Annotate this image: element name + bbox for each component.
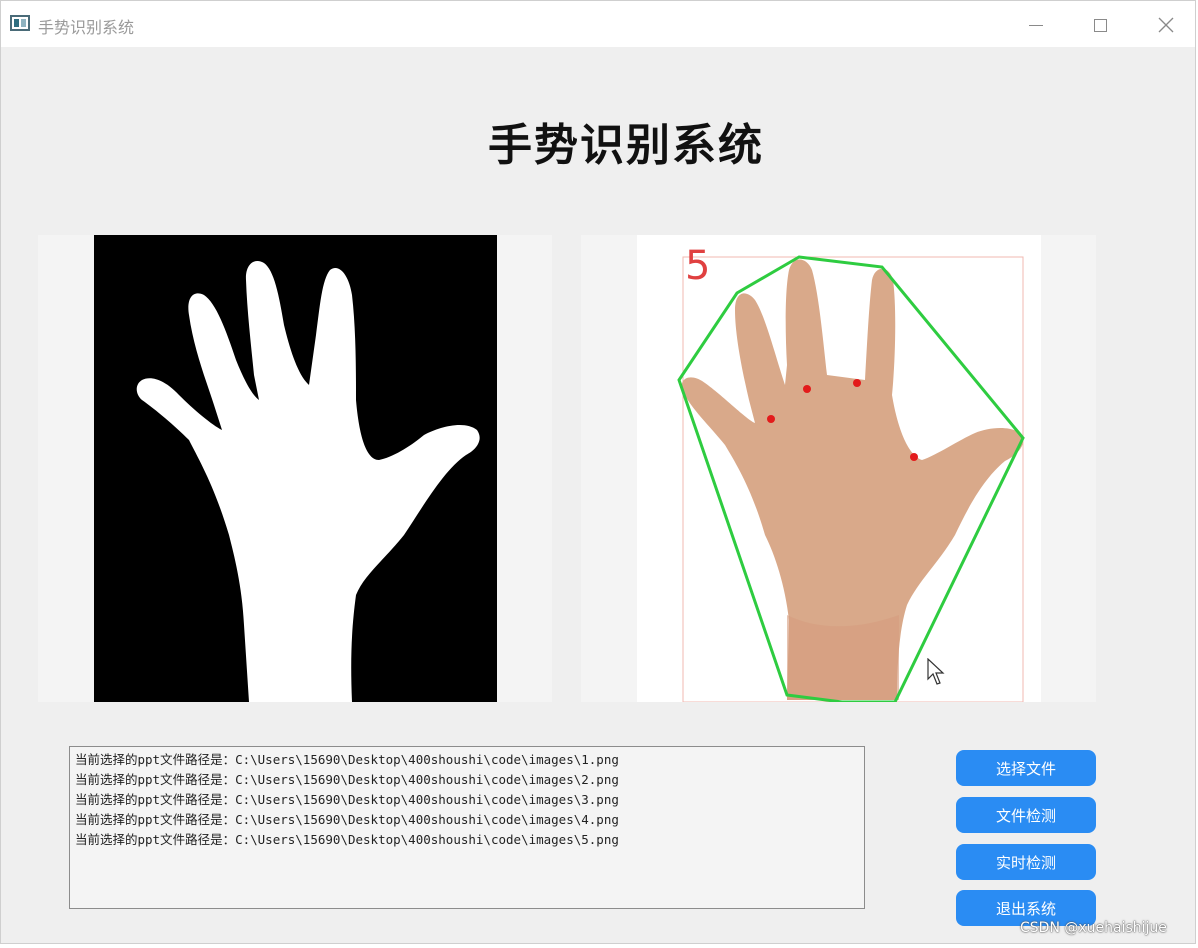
defect-point [853,379,861,387]
file-detect-button[interactable]: 文件检测 [956,797,1096,833]
log-line: 当前选择的ppt文件路径是：C:\Users\15690\Desktop\400… [75,772,619,787]
log-line: 当前选择的ppt文件路径是：C:\Users\15690\Desktop\400… [75,832,619,847]
log-textarea[interactable]: 当前选择的ppt文件路径是：C:\Users\15690\Desktop\400… [69,746,865,909]
hand-mask-image [94,235,497,702]
page-title: 手势识别系统 [488,120,764,171]
select-file-button[interactable]: 选择文件 [956,750,1096,786]
hand-silhouette [136,260,480,702]
detection-image-panel: 5 [581,235,1096,704]
log-line: 当前选择的ppt文件路径是：C:\Users\15690\Desktop\400… [75,752,619,767]
app-window: 手势识别系统 手势识别系统 5 当前选择的ppt文件路径是：C:\Users\1… [0,0,1196,944]
window-title: 手势识别系统 [38,18,135,37]
defect-point [803,385,811,393]
app-icon [10,15,30,31]
watermark: CSDN @xuehaishijue [1020,920,1167,936]
defect-point [767,415,775,423]
hand-detection-image: 5 [637,235,1041,704]
minimize-icon[interactable] [1016,9,1056,41]
mouse-cursor-icon [927,658,945,685]
close-icon[interactable] [1146,9,1186,41]
finger-count-label: 5 [685,243,710,289]
log-line: 当前选择的ppt文件路径是：C:\Users\15690\Desktop\400… [75,812,619,827]
realtime-detect-button[interactable]: 实时检测 [956,844,1096,880]
mask-image-panel [38,235,552,702]
log-line: 当前选择的ppt文件路径是：C:\Users\15690\Desktop\400… [75,792,619,807]
defect-point [910,453,918,461]
title-bar[interactable]: 手势识别系统 [1,1,1195,47]
maximize-icon[interactable] [1080,9,1120,41]
